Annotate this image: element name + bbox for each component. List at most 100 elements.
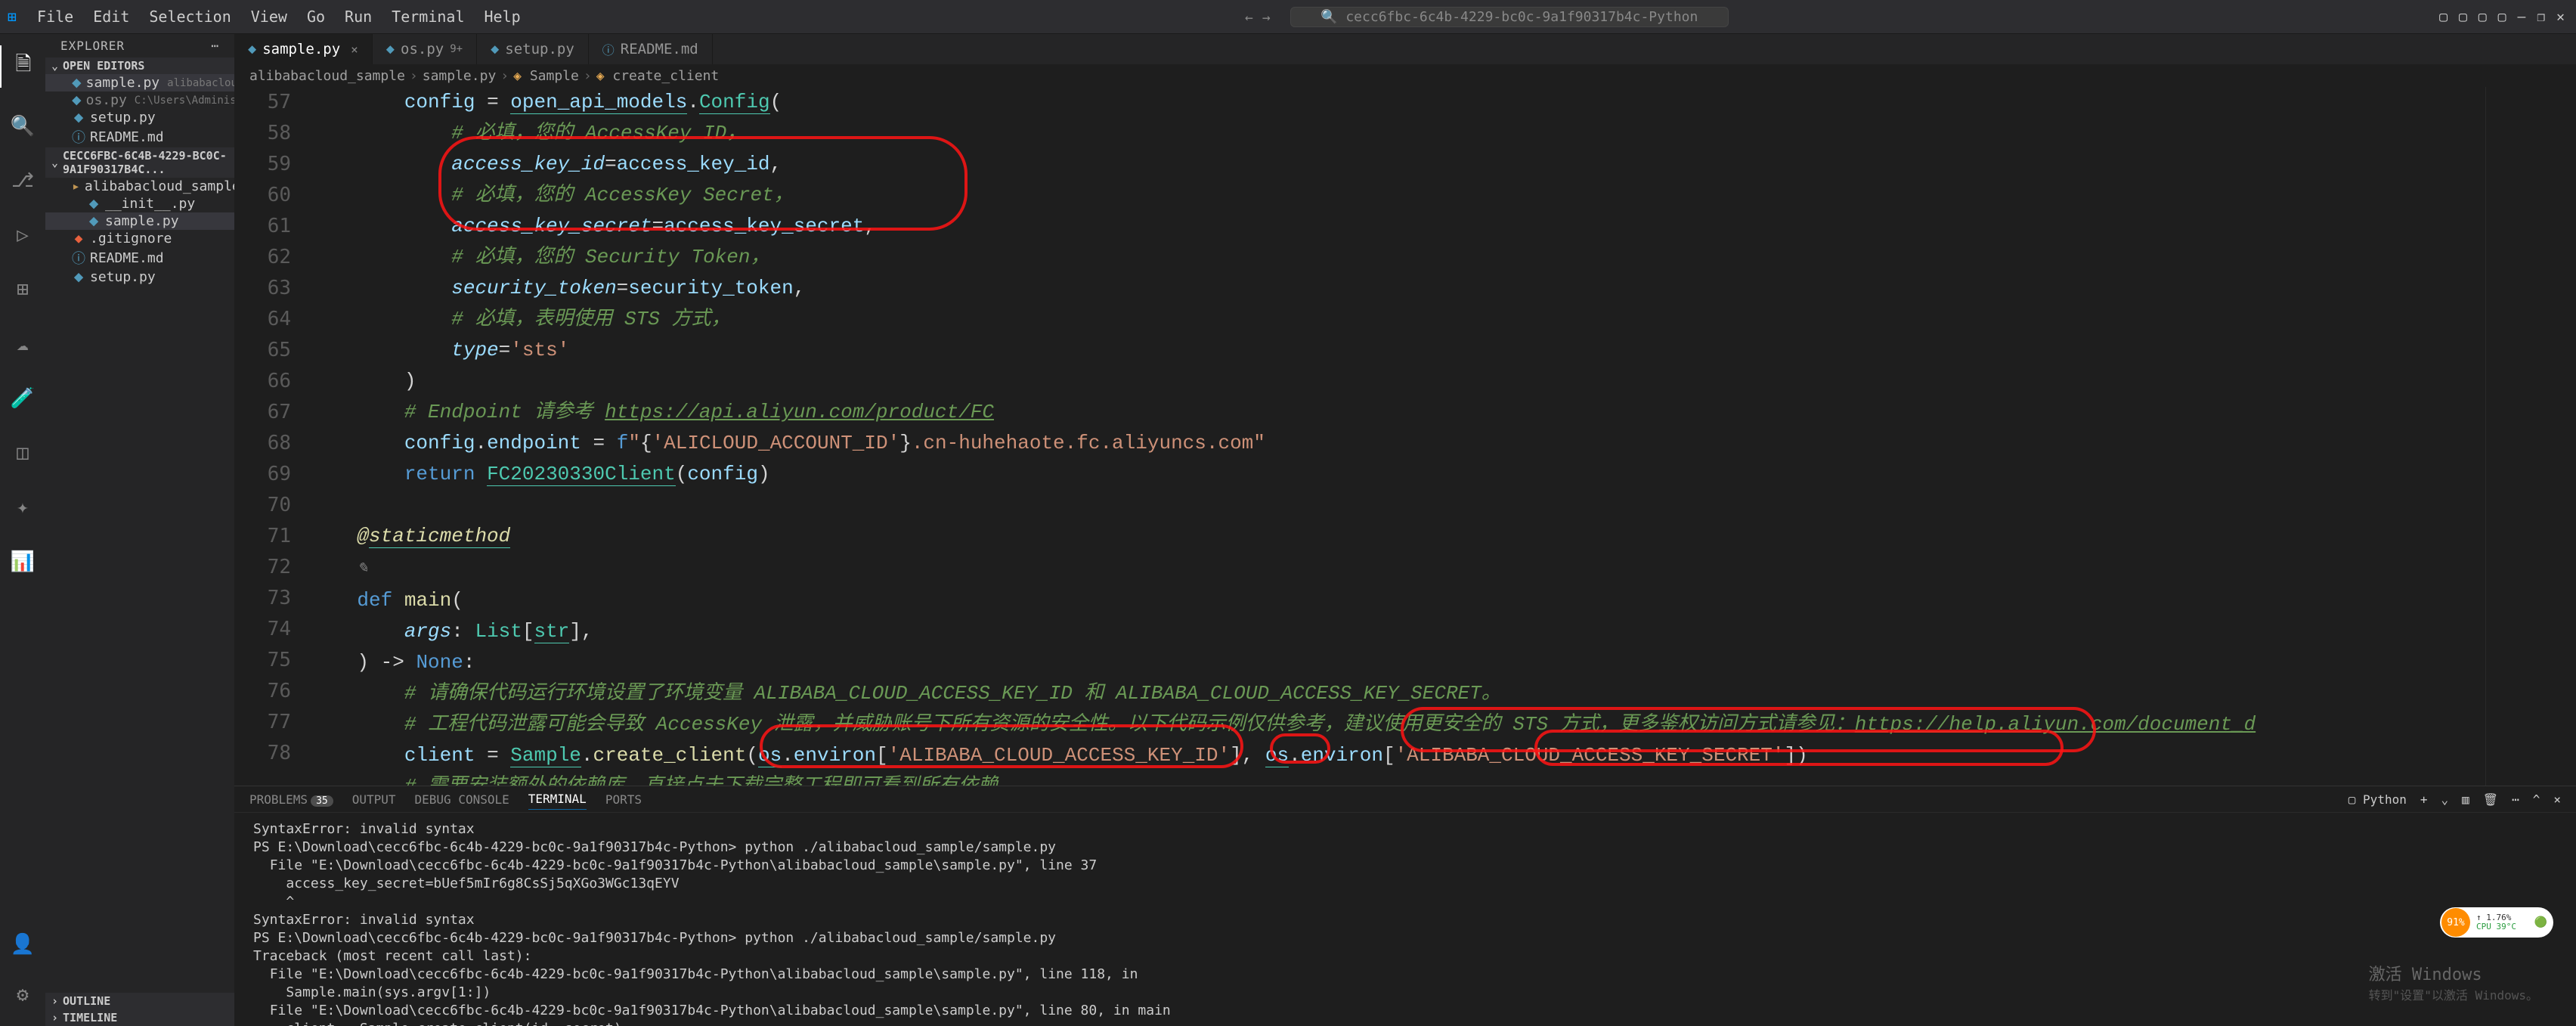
more-icon[interactable]: ⋯ [211, 39, 219, 53]
terminal-line: Traceback (most recent call last): [253, 947, 2557, 966]
explorer-icon[interactable]: 🗎 [0, 45, 45, 88]
titlebar-icon-4[interactable]: — [2517, 9, 2525, 25]
file-icon: ⬥ [72, 75, 82, 91]
bottom-panel: PROBLEMS35 OUTPUT DEBUG CONSOLE TERMINAL POR… [234, 786, 2576, 1026]
terminal-output[interactable]: SyntaxError: invalid syntaxPS E:\Downloa… [234, 813, 2576, 1026]
extensions-icon[interactable]: ⊞ [0, 274, 45, 305]
open-editors-header[interactable]: ⌄ OPEN EDITORS [45, 57, 234, 74]
close-panel-icon[interactable]: × [2553, 792, 2561, 807]
breadcrumb-item[interactable]: ◈ create_client [596, 68, 720, 84]
titlebar-icon-6[interactable]: ✕ [2556, 9, 2565, 25]
cpu-stats: ↑ 1.76%CPU 39°C [2476, 913, 2516, 931]
breadcrumb[interactable]: alibabacloud_sample› sample.py› ◈ Sample… [234, 64, 2576, 87]
gear-icon[interactable]: ⚙ [0, 979, 45, 1011]
panel-tab-terminal[interactable]: TERMINAL [528, 789, 587, 810]
close-icon[interactable]: × [351, 42, 358, 57]
file-tree-item[interactable]: ▸ alibabacloud_sample [45, 178, 234, 195]
docker-icon[interactable]: ◫ [0, 437, 45, 469]
file-icon: ▸ [72, 178, 80, 194]
open-editor-item[interactable]: ⓘ README.md [45, 126, 234, 147]
editor[interactable]: 5758596061626364656667686970717273747576… [234, 87, 2576, 786]
source-control-icon[interactable]: ⎇ [0, 165, 45, 197]
tab-label: sample.py [262, 41, 340, 57]
file-icon: ⬥ [87, 196, 101, 212]
terminal-line: Sample.main(sys.argv[1:]) [253, 984, 2557, 1002]
workspace-header[interactable]: ⌄ CECC6FBC-6C4B-4229-BC0C-9A1F90317B4C..… [45, 147, 234, 178]
account-icon[interactable]: 👤 [0, 928, 45, 960]
menu-edit[interactable]: Edit [84, 5, 138, 29]
editor-tab[interactable]: ⬥ setup.py [477, 34, 589, 64]
panel-tab-debug console[interactable]: DEBUG CONSOLE [415, 789, 509, 810]
menu-view[interactable]: View [242, 5, 296, 29]
panel-tab-output[interactable]: OUTPUT [352, 789, 396, 810]
open-editor-item[interactable]: ⬥ setup.py [45, 109, 234, 126]
file-name: README.md [90, 250, 164, 266]
open-editor-item[interactable]: ⬥ os.py C:\Users\Administrato... 9+ [45, 91, 234, 109]
breadcrumb-sep: › [584, 68, 592, 84]
panel-tab-ports[interactable]: PORTS [605, 789, 642, 810]
file-tree-item[interactable]: ⬥ sample.py [45, 212, 234, 230]
terminal-shell-label[interactable]: ▢ Python [2348, 792, 2407, 807]
breadcrumb-item[interactable]: sample.py [423, 68, 497, 84]
timeline-header[interactable]: › TIMELINE [45, 1009, 234, 1026]
chevron-right-icon: › [51, 994, 58, 1008]
tab-label: os.py [401, 41, 444, 57]
terminal-dropdown-icon[interactable]: ⌄ [2441, 792, 2448, 807]
global-search-input[interactable]: 🔍 cecc6fbc-6c4b-4229-bc0c-9a1f90317b4c-P… [1290, 7, 1729, 27]
menu-run[interactable]: Run [336, 5, 381, 29]
split-terminal-icon[interactable]: ▥ [2462, 792, 2469, 807]
graph-icon[interactable]: 📊 [0, 546, 45, 578]
file-tree-item[interactable]: ⬥ setup.py [45, 268, 234, 286]
minimap[interactable] [2485, 87, 2576, 786]
breadcrumb-sep: › [410, 68, 418, 84]
editor-tab[interactable]: ⬥ os.py 9+ [373, 34, 477, 64]
file-icon: ⬥ [386, 42, 395, 57]
titlebar-icon-0[interactable]: ▢ [2439, 9, 2448, 25]
menu-selection[interactable]: Selection [140, 5, 240, 29]
file-tree-item[interactable]: ◆ .gitignore [45, 230, 234, 247]
editor-tab[interactable]: ⓘ README.md [589, 34, 713, 64]
run-debug-icon[interactable]: ▷ [0, 219, 45, 251]
chart-icon: 🟢 [2534, 916, 2547, 928]
panel-tab-problems[interactable]: PROBLEMS35 [249, 789, 333, 810]
breadcrumb-item[interactable]: ◈ Sample [513, 68, 579, 84]
tab-badge: 9+ [450, 43, 463, 55]
system-monitor-widget[interactable]: 91% ↑ 1.76%CPU 39°C 🟢 [2440, 907, 2553, 938]
breadcrumb-item[interactable]: alibabacloud_sample [249, 68, 405, 84]
nav-arrows[interactable]: ←→ [1240, 8, 1275, 26]
titlebar-icon-5[interactable]: ❐ [2537, 9, 2545, 25]
menu-go[interactable]: Go [298, 5, 334, 29]
file-icon: ⬥ [72, 269, 85, 285]
back-icon: ← [1245, 10, 1253, 26]
breadcrumb-sep: › [500, 68, 509, 84]
file-name: __init__.py [105, 196, 195, 212]
file-name: os.py [86, 92, 127, 108]
tab-label: README.md [621, 41, 698, 57]
file-tree-item[interactable]: ⓘ README.md [45, 247, 234, 268]
kill-terminal-icon[interactable]: 🗑 [2483, 792, 2498, 807]
file-tree-item[interactable]: ⬥ __init__.py [45, 195, 234, 212]
code-content[interactable]: config = open_api_models.Config( # 必填，您的… [310, 87, 2485, 786]
terminal-line: File "E:\Download\cecc6fbc-6c4b-4229-bc0… [253, 1002, 2557, 1020]
new-terminal-icon[interactable]: + [2420, 792, 2428, 807]
menu-file[interactable]: File [28, 5, 82, 29]
search-icon[interactable]: 🔍 [0, 110, 45, 142]
problem-count-badge: 35 [311, 795, 333, 807]
maximize-panel-icon[interactable]: ^ [2533, 792, 2540, 807]
titlebar-icon-3[interactable]: ▢ [2498, 9, 2506, 25]
terminal-line: PS E:\Download\cecc6fbc-6c4b-4229-bc0c-9… [253, 838, 2557, 857]
menu-help[interactable]: Help [475, 5, 529, 29]
titlebar-icon-1[interactable]: ▢ [2459, 9, 2467, 25]
terminal-line: File "E:\Download\cecc6fbc-6c4b-4229-bc0… [253, 857, 2557, 875]
titlebar-icon-2[interactable]: ▢ [2478, 9, 2487, 25]
more-icon[interactable]: ⋯ [2512, 792, 2519, 807]
test-icon[interactable]: 🧪 [0, 383, 45, 414]
menu-terminal[interactable]: Terminal [382, 5, 473, 29]
outline-header[interactable]: › OUTLINE [45, 993, 234, 1009]
open-editor-item[interactable]: ⬥ sample.py alibabacloud_sample [45, 74, 234, 91]
remote-icon[interactable]: ☁ [0, 328, 45, 360]
live-icon[interactable]: ✦ [0, 491, 45, 523]
file-icon: ⬥ [248, 42, 256, 57]
editor-tab[interactable]: ⬥ sample.py × [234, 34, 373, 64]
memory-pct: 91% [2441, 908, 2470, 937]
